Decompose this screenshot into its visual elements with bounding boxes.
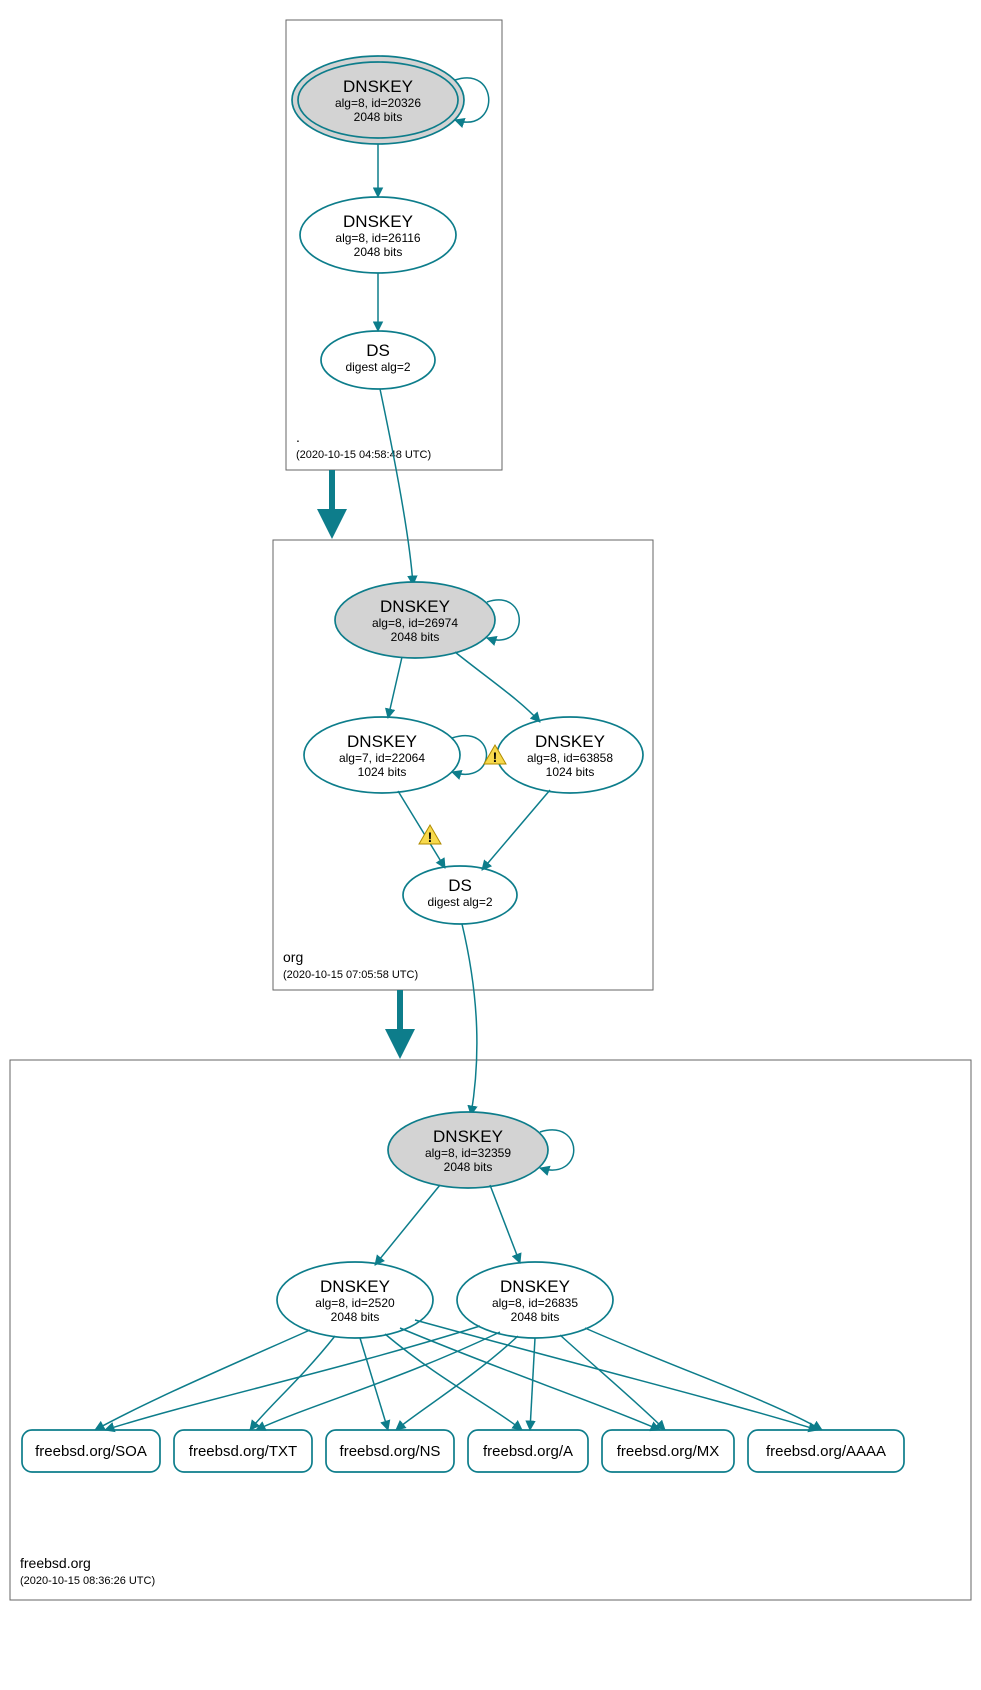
node-root-ds: DS digest alg=2 [321, 331, 435, 389]
rrset-soa: freebsd.org/SOA [22, 1430, 160, 1472]
edge-rootds-orgksk [380, 389, 413, 585]
svg-text:freebsd.org/AAAA: freebsd.org/AAAA [766, 1443, 886, 1460]
svg-text:alg=8, id=26974: alg=8, id=26974 [372, 616, 458, 630]
svg-text:DNSKEY: DNSKEY [380, 597, 450, 616]
node-org-zsk-b: DNSKEY alg=8, id=63858 1024 bits [497, 717, 643, 793]
rrset-aaaa: freebsd.org/AAAA [748, 1430, 904, 1472]
edge-orgksk-zskb [455, 652, 540, 722]
svg-text:2048 bits: 2048 bits [511, 1310, 560, 1324]
svg-text:DNSKEY: DNSKEY [347, 732, 417, 751]
svg-text:DS: DS [366, 341, 390, 360]
svg-text:digest alg=2: digest alg=2 [427, 895, 492, 909]
svg-text:freebsd.org/NS: freebsd.org/NS [340, 1443, 441, 1460]
svg-text:freebsd.org/TXT: freebsd.org/TXT [189, 1443, 297, 1460]
node-org-ksk: DNSKEY alg=8, id=26974 2048 bits [335, 582, 495, 658]
edge-zskb-ns [396, 1336, 518, 1430]
svg-text:alg=8, id=26835: alg=8, id=26835 [492, 1296, 578, 1310]
svg-text:1024 bits: 1024 bits [546, 765, 595, 779]
zone-name-freebsd: freebsd.org [20, 1555, 91, 1571]
node-fb-zsk-b: DNSKEY alg=8, id=26835 2048 bits [457, 1262, 613, 1338]
rrset-a: freebsd.org/A [468, 1430, 588, 1472]
svg-text:DNSKEY: DNSKEY [343, 77, 413, 96]
svg-text:DNSKEY: DNSKEY [500, 1277, 570, 1296]
rrset-txt: freebsd.org/TXT [174, 1430, 312, 1472]
svg-text:freebsd.org/A: freebsd.org/A [483, 1443, 573, 1460]
svg-text:alg=8, id=63858: alg=8, id=63858 [527, 751, 613, 765]
svg-text:2048 bits: 2048 bits [444, 1160, 493, 1174]
svg-text:2048 bits: 2048 bits [354, 110, 403, 124]
zone-name-org: org [283, 949, 303, 965]
svg-text:2048 bits: 2048 bits [391, 630, 440, 644]
svg-text:alg=7, id=22064: alg=7, id=22064 [339, 751, 425, 765]
svg-text:alg=8, id=2520: alg=8, id=2520 [315, 1296, 395, 1310]
node-root-ksk: DNSKEY alg=8, id=20326 2048 bits [292, 56, 464, 144]
svg-text:DNSKEY: DNSKEY [343, 212, 413, 231]
svg-text:freebsd.org/SOA: freebsd.org/SOA [35, 1443, 147, 1460]
svg-text:DNSKEY: DNSKEY [433, 1127, 503, 1146]
zone-time-root: (2020-10-15 04:58:48 UTC) [296, 449, 431, 461]
edge-fbksk-zskb [490, 1185, 520, 1263]
svg-text:digest alg=2: digest alg=2 [345, 360, 410, 374]
svg-text:alg=8, id=20326: alg=8, id=20326 [335, 96, 421, 110]
edge-org-zska-ds [398, 791, 445, 868]
node-root-zsk: DNSKEY alg=8, id=26116 2048 bits [300, 197, 456, 273]
svg-text:DNSKEY: DNSKEY [320, 1277, 390, 1296]
edge-zska-aaaa [415, 1320, 818, 1430]
edge-orgds-fbksk [462, 924, 477, 1115]
svg-text:2048 bits: 2048 bits [354, 245, 403, 259]
node-org-zsk-a: DNSKEY alg=7, id=22064 1024 bits [304, 717, 460, 793]
svg-text:DNSKEY: DNSKEY [535, 732, 605, 751]
rrset-ns: freebsd.org/NS [326, 1430, 454, 1472]
node-fb-ksk: DNSKEY alg=8, id=32359 2048 bits [388, 1112, 548, 1188]
dnssec-diagram: ! . (2020-10-15 04:58:48 UTC) DNSKEY alg… [0, 0, 981, 1690]
rrset-mx: freebsd.org/MX [602, 1430, 734, 1472]
zone-time-org: (2020-10-15 07:05:58 UTC) [283, 969, 418, 981]
edge-zska-soa [95, 1330, 310, 1430]
edge-org-zskb-ds [482, 790, 550, 870]
edge-zska-txt [250, 1336, 335, 1430]
svg-text:DS: DS [448, 876, 472, 895]
svg-text:alg=8, id=32359: alg=8, id=32359 [425, 1146, 511, 1160]
zone-name-root: . [296, 429, 300, 445]
svg-text:alg=8, id=26116: alg=8, id=26116 [335, 231, 421, 245]
edge-fbksk-zska [375, 1185, 440, 1265]
svg-text:freebsd.org/MX: freebsd.org/MX [617, 1443, 720, 1460]
node-org-ds: DS digest alg=2 [403, 866, 517, 924]
svg-text:1024 bits: 1024 bits [358, 765, 407, 779]
edge-orgksk-zska [388, 657, 402, 718]
zone-time-freebsd: (2020-10-15 08:36:26 UTC) [20, 1575, 155, 1587]
node-fb-zsk-a: DNSKEY alg=8, id=2520 2048 bits [277, 1262, 433, 1338]
svg-text:2048 bits: 2048 bits [331, 1310, 380, 1324]
warning-icon [419, 825, 441, 845]
